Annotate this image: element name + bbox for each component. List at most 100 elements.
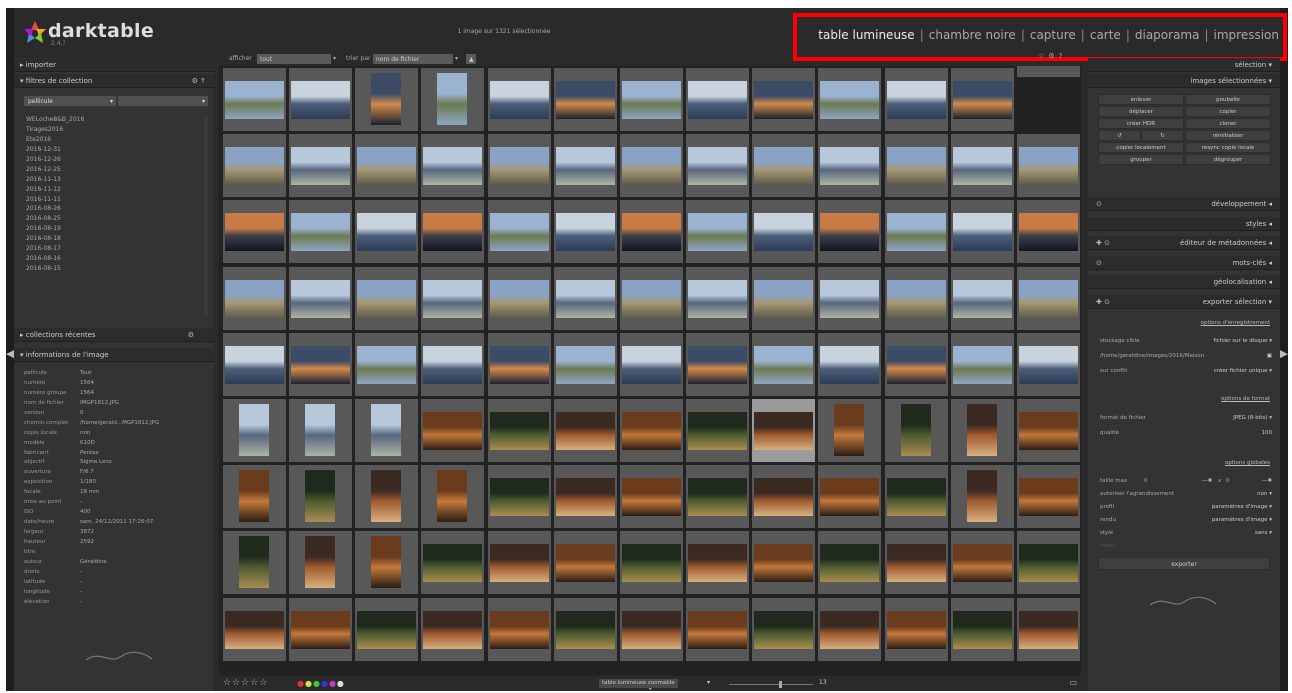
thumbnail[interactable] — [884, 266, 948, 330]
collapse-right-arrow-icon[interactable]: ▶ — [1280, 348, 1288, 359]
thumbnail[interactable] — [884, 531, 948, 595]
intent-field[interactable]: rendu paramètres d'image ▾ — [1100, 515, 1272, 526]
film-roll-item[interactable]: 2016-08-18 — [24, 234, 204, 244]
thumbnail[interactable] — [752, 332, 816, 396]
thumbnail[interactable] — [619, 266, 683, 330]
view-carte[interactable]: carte — [1090, 28, 1121, 42]
thumbnail[interactable] — [686, 597, 750, 661]
gear-icon[interactable]: ⚙ — [188, 331, 194, 339]
collect-search-input[interactable]: ▾ — [118, 96, 208, 106]
path-field[interactable]: /home/geraldine/images/2016/Maison ▣ — [1100, 351, 1272, 362]
thumbnail[interactable] — [553, 200, 617, 264]
chevron-down-icon[interactable]: ▾ — [455, 55, 458, 62]
thumbnail[interactable] — [1016, 266, 1080, 330]
thumbnail[interactable] — [487, 399, 551, 462]
thumbnail[interactable] — [421, 531, 485, 595]
thumbnail[interactable] — [289, 332, 353, 396]
format-field[interactable]: format de fichier JPEG (8-bits) ▾ — [1100, 413, 1272, 424]
module-header[interactable]: styles ◂ — [1088, 216, 1280, 231]
view-diaporama[interactable]: diaporama — [1135, 28, 1200, 42]
export-button[interactable]: exporter — [1098, 557, 1270, 570]
thumbnail[interactable] — [355, 332, 419, 396]
film-roll-item[interactable]: WELoche8&B_2016 — [24, 115, 204, 125]
collect-module-icons[interactable]: ⚙ ↑ — [192, 77, 206, 85]
film-roll-item[interactable]: 2016-11-11 — [24, 195, 204, 205]
module-header[interactable]: géolocalisation ◂ — [1088, 275, 1280, 289]
selection-module-header[interactable]: sélection ▾ — [1088, 58, 1280, 72]
thumbnail[interactable] — [686, 531, 750, 595]
thumbnail[interactable] — [686, 266, 750, 330]
thumbnail[interactable] — [884, 134, 948, 198]
thumbnail[interactable] — [487, 68, 551, 131]
thumbnail[interactable] — [553, 465, 617, 529]
thumbnail[interactable] — [818, 266, 882, 330]
thumbnail[interactable] — [950, 332, 1014, 396]
red-label-icon[interactable]: ● — [297, 679, 305, 688]
rotate-cw-icon[interactable]: ↻ — [1141, 130, 1184, 141]
thumbnail[interactable] — [223, 200, 286, 264]
film-roll-item[interactable]: 2016-08-17 — [24, 244, 204, 254]
thumbnail[interactable] — [223, 465, 286, 529]
thumbnail[interactable] — [619, 134, 683, 198]
thumbnail[interactable] — [553, 399, 617, 462]
thumbnail[interactable] — [818, 399, 882, 462]
film-roll-item[interactable]: 2016-12-31 — [24, 145, 204, 155]
thumbnail[interactable] — [1016, 399, 1080, 462]
thumbnail[interactable] — [355, 465, 419, 529]
max-width-value[interactable]: 0 — [1144, 476, 1148, 487]
module-power-icon[interactable]: ⊙ — [1096, 259, 1102, 267]
thumbnail[interactable] — [223, 399, 286, 462]
thumbnail[interactable] — [289, 465, 353, 529]
import-module-header[interactable]: ▸ importer — [14, 58, 214, 72]
thumbnail[interactable] — [950, 531, 1014, 595]
thumbnail[interactable] — [421, 332, 485, 396]
max-height-plus-icon[interactable]: —✚ — [1262, 476, 1272, 487]
thumbnail[interactable] — [752, 597, 816, 661]
thumbnail[interactable] — [289, 266, 353, 330]
thumbnail[interactable] — [752, 531, 816, 595]
thumbnail[interactable] — [950, 399, 1014, 462]
thumbnail[interactable] — [818, 332, 882, 396]
image-info-header[interactable]: ▾ informations de l'image — [14, 348, 214, 362]
thumbnail[interactable] — [818, 68, 882, 131]
thumbnail[interactable] — [421, 399, 485, 462]
yellow-label-icon[interactable]: ● — [305, 679, 313, 688]
thumbnail[interactable] — [487, 332, 551, 396]
folder-icon[interactable]: ▣ — [1267, 351, 1272, 362]
thumbnail[interactable] — [1016, 200, 1080, 264]
thumbnail[interactable] — [686, 399, 750, 462]
thumbnail[interactable] — [223, 68, 286, 131]
zoom-value[interactable]: 13 — [819, 679, 827, 686]
thumbnail[interactable] — [355, 531, 419, 595]
thumbnail[interactable] — [223, 531, 286, 595]
thumbnail[interactable] — [619, 68, 683, 131]
thumbnail[interactable] — [553, 68, 617, 131]
thumbnail[interactable] — [950, 134, 1014, 198]
thumbnail[interactable] — [487, 465, 551, 529]
thumbnail[interactable] — [619, 531, 683, 595]
thumbnail[interactable] — [1016, 597, 1080, 661]
color-labels[interactable]: ●●●●●● — [297, 679, 345, 688]
thumbnail[interactable] — [355, 597, 419, 661]
view-table-lumineuse[interactable]: table lumineuse — [818, 28, 914, 42]
thumbnail[interactable] — [619, 465, 683, 529]
thumbnail[interactable] — [818, 465, 882, 529]
thumbnail[interactable] — [818, 531, 882, 595]
selected-images-header[interactable]: images sélectionnées ▾ — [1088, 74, 1280, 88]
view-chambre-noire[interactable]: chambre noire — [929, 28, 1016, 42]
thumbnail[interactable] — [619, 399, 683, 462]
conflict-field[interactable]: sur conflit créer fichier unique ▾ — [1100, 366, 1272, 377]
thumbnail[interactable] — [487, 597, 551, 661]
thumbnail[interactable] — [619, 597, 683, 661]
film-roll-scrollbar[interactable] — [204, 115, 208, 315]
thumbnail[interactable] — [553, 531, 617, 595]
thumbnail[interactable] — [553, 597, 617, 661]
chevron-down-icon[interactable]: ▾ — [333, 55, 336, 62]
selection-action-button[interactable]: dégrouper — [1185, 154, 1271, 165]
film-roll-item[interactable]: Ete2016 — [24, 135, 204, 145]
thumbnail[interactable] — [223, 266, 286, 330]
film-roll-item[interactable]: 2016-08-16 — [24, 254, 204, 264]
reset-button[interactable]: réinitialiser — [1185, 130, 1271, 141]
thumbnail[interactable] — [752, 399, 816, 462]
film-roll-item[interactable]: Tirages2016 — [24, 125, 204, 135]
